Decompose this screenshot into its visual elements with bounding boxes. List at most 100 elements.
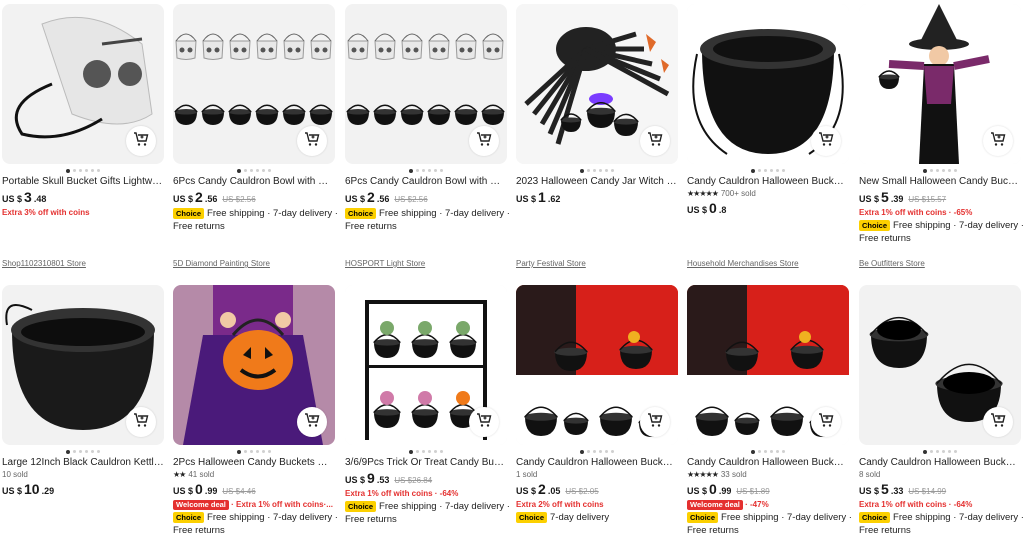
carousel-dot[interactable] <box>262 450 265 453</box>
carousel-dot[interactable] <box>599 450 602 453</box>
carousel-dot[interactable] <box>428 169 431 172</box>
carousel-dot[interactable] <box>262 169 265 172</box>
add-to-cart-button[interactable] <box>297 407 327 437</box>
carousel-dot[interactable] <box>97 169 100 172</box>
carousel-dot[interactable] <box>948 450 951 453</box>
carousel-dot[interactable] <box>440 169 443 172</box>
product-image[interactable] <box>687 285 849 445</box>
carousel-dot[interactable] <box>91 450 94 453</box>
carousel-dot[interactable] <box>782 169 785 172</box>
carousel-dot[interactable] <box>79 450 82 453</box>
carousel-dot[interactable] <box>593 169 596 172</box>
add-to-cart-button[interactable] <box>983 126 1013 156</box>
carousel-dot[interactable] <box>85 169 88 172</box>
product-card[interactable]: 3/6/9Pcs Trick Or Treat Candy Buck... US … <box>345 285 510 526</box>
product-image[interactable] <box>345 4 507 164</box>
carousel-dot[interactable] <box>416 169 419 172</box>
carousel-dot[interactable] <box>776 169 779 172</box>
add-to-cart-button[interactable] <box>469 126 499 156</box>
product-card[interactable]: New Small Halloween Candy Bucket... US $5… <box>859 4 1024 245</box>
carousel-dot[interactable] <box>587 450 590 453</box>
product-title[interactable]: 6Pcs Candy Cauldron Bowl with Han... <box>345 175 507 188</box>
product-title[interactable]: 2Pcs Halloween Candy Buckets Witc... <box>173 456 335 469</box>
product-image[interactable] <box>859 285 1021 445</box>
carousel-dot[interactable] <box>66 449 70 454</box>
product-card[interactable]: 6Pcs Candy Cauldron Bowl with Han... US $… <box>173 4 338 233</box>
product-card[interactable]: Large 12Inch Black Cauldron Kettle ... 10… <box>2 285 164 499</box>
add-to-cart-button[interactable] <box>469 407 499 437</box>
product-card[interactable]: 6Pcs Candy Cauldron Bowl with Han... US $… <box>345 4 510 233</box>
add-to-cart-button[interactable] <box>983 407 1013 437</box>
product-card[interactable]: Candy Cauldron Halloween Bucket ... ★★★★★… <box>687 4 849 218</box>
carousel-dot[interactable] <box>250 450 253 453</box>
carousel-dot[interactable] <box>440 450 443 453</box>
carousel-dot[interactable] <box>244 450 247 453</box>
carousel-dot[interactable] <box>73 169 76 172</box>
carousel-dot[interactable] <box>942 169 945 172</box>
store-link[interactable]: Party Festival Store <box>516 259 586 268</box>
product-title[interactable]: 3/6/9Pcs Trick Or Treat Candy Buck... <box>345 456 507 469</box>
carousel-dot[interactable] <box>422 450 425 453</box>
carousel-dot[interactable] <box>942 450 945 453</box>
carousel-dot[interactable] <box>936 450 939 453</box>
carousel-dot[interactable] <box>611 169 614 172</box>
add-to-cart-button[interactable] <box>640 126 670 156</box>
carousel-dot[interactable] <box>954 169 957 172</box>
carousel-dot[interactable] <box>409 449 413 454</box>
product-title[interactable]: New Small Halloween Candy Bucket... <box>859 175 1021 188</box>
carousel-dot[interactable] <box>434 169 437 172</box>
product-card[interactable]: 2Pcs Halloween Candy Buckets Witc... ★★ 41… <box>173 285 338 537</box>
carousel-dot[interactable] <box>250 169 253 172</box>
product-title[interactable]: 2023 Halloween Candy Jar Witch Fla... <box>516 175 678 188</box>
carousel-dot[interactable] <box>79 169 82 172</box>
product-title[interactable]: Candy Cauldron Halloween Bucket ... <box>516 456 678 469</box>
carousel-dot[interactable] <box>751 449 755 454</box>
carousel-dot[interactable] <box>948 169 951 172</box>
carousel-dot[interactable] <box>605 450 608 453</box>
carousel-dot[interactable] <box>91 169 94 172</box>
carousel-dot[interactable] <box>268 169 271 172</box>
product-image[interactable] <box>345 285 507 445</box>
store-link[interactable]: Be Outfitters Store <box>859 259 925 268</box>
product-image[interactable] <box>2 4 164 164</box>
carousel-dot[interactable] <box>409 168 413 173</box>
carousel-dot[interactable] <box>237 168 241 173</box>
add-to-cart-button[interactable] <box>297 126 327 156</box>
product-title[interactable]: Portable Skull Bucket Gifts Lightwei... <box>2 175 164 188</box>
carousel-dot[interactable] <box>758 169 761 172</box>
carousel-dot[interactable] <box>97 450 100 453</box>
product-image[interactable] <box>173 4 335 164</box>
carousel-dot[interactable] <box>580 449 584 454</box>
carousel-dot[interactable] <box>244 169 247 172</box>
carousel-dot[interactable] <box>256 169 259 172</box>
store-link[interactable]: Shop1102310801 Store <box>2 259 86 268</box>
carousel-dot[interactable] <box>580 168 584 173</box>
carousel-dot[interactable] <box>416 450 419 453</box>
carousel-dot[interactable] <box>422 169 425 172</box>
carousel-dot[interactable] <box>930 450 933 453</box>
product-title[interactable]: Candy Cauldron Halloween Bucket ... <box>687 456 849 469</box>
product-image[interactable] <box>516 285 678 445</box>
product-image[interactable] <box>516 4 678 164</box>
product-card[interactable]: Candy Cauldron Halloween Bucket ... 1 sol… <box>516 285 678 524</box>
carousel-dot[interactable] <box>593 450 596 453</box>
product-card[interactable]: Candy Cauldron Halloween Bucket ... ★★★★★… <box>687 285 852 537</box>
carousel-dot[interactable] <box>770 169 773 172</box>
carousel-dot[interactable] <box>611 450 614 453</box>
carousel-dot[interactable] <box>764 450 767 453</box>
store-link[interactable]: HOSPORT Light Store <box>345 259 425 268</box>
carousel-dot[interactable] <box>923 449 927 454</box>
carousel-dot[interactable] <box>587 169 590 172</box>
carousel-dot[interactable] <box>782 450 785 453</box>
carousel-dot[interactable] <box>268 450 271 453</box>
carousel-dot[interactable] <box>66 168 70 173</box>
add-to-cart-button[interactable] <box>126 126 156 156</box>
carousel-dot[interactable] <box>605 169 608 172</box>
carousel-dot[interactable] <box>776 450 779 453</box>
carousel-dot[interactable] <box>434 450 437 453</box>
carousel-dot[interactable] <box>751 168 755 173</box>
carousel-dot[interactable] <box>256 450 259 453</box>
product-card[interactable]: Candy Cauldron Halloween Bucket ... 8 sol… <box>859 285 1024 537</box>
carousel-dot[interactable] <box>954 450 957 453</box>
product-title[interactable]: Candy Cauldron Halloween Bucket ... <box>687 175 849 188</box>
